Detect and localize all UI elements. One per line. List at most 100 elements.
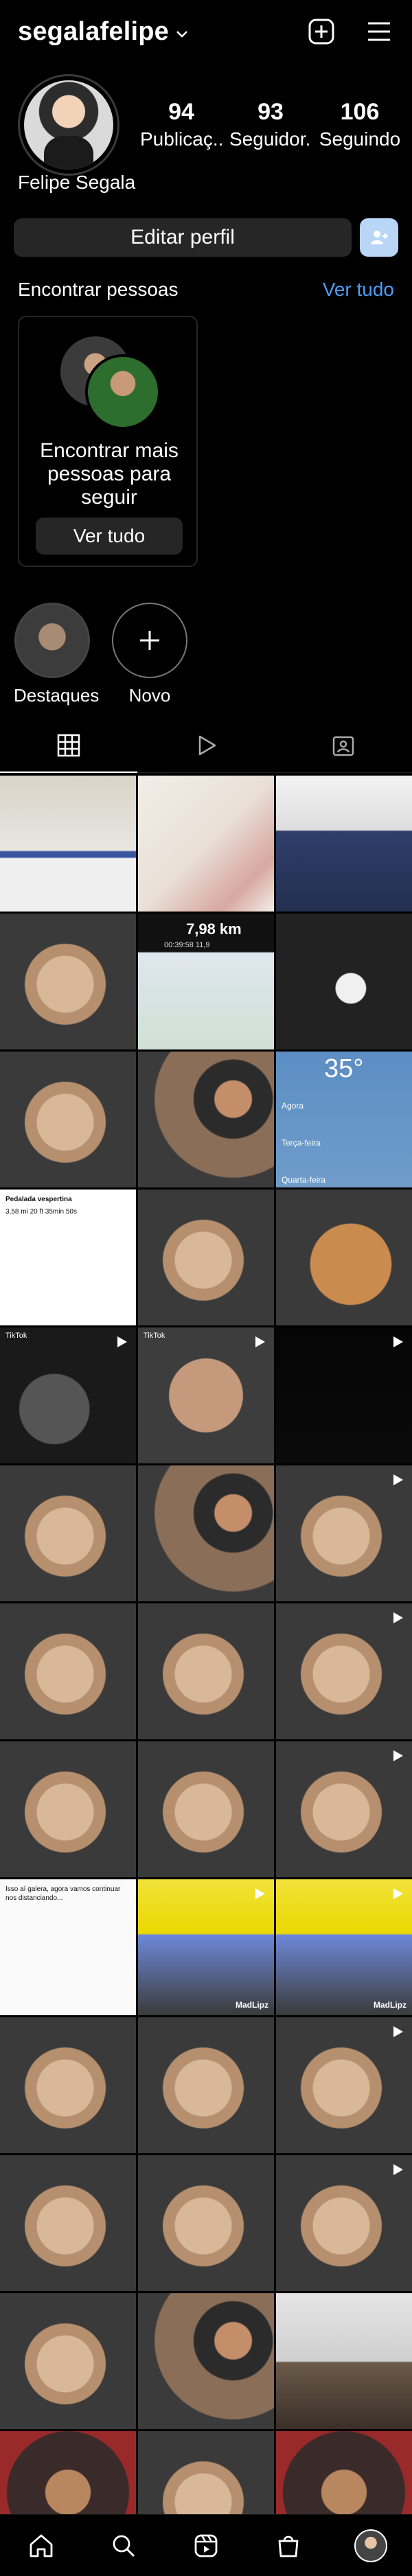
stat-following[interactable]: 106 Seguindo (319, 99, 401, 150)
tab-reels[interactable] (137, 718, 275, 772)
story-highlights: Destaques Novo (14, 603, 398, 706)
edit-profile-button[interactable]: Editar perfil (14, 218, 352, 257)
post-thumbnail[interactable] (138, 1465, 274, 1601)
weather-day: Quarta-feira (282, 1175, 326, 1185)
post-thumbnail[interactable]: 7,98 km 00:39:58 11,9 (138, 914, 274, 1049)
reel-icon (252, 1886, 267, 1905)
plus-icon (112, 603, 187, 678)
reel-icon (390, 1472, 405, 1491)
post-thumbnail[interactable] (138, 2293, 274, 2429)
temperature-text: 35° (324, 1054, 364, 1083)
post-caption: Pedalada vespertina (5, 1196, 72, 1203)
profile-header: 94 Publicaç... 93 Seguidor... 106 Seguin… (18, 74, 400, 177)
post-thumbnail[interactable] (276, 2017, 412, 2153)
watermark-text: MadLipz (374, 2000, 407, 2010)
post-thumbnail[interactable] (0, 2017, 136, 2153)
distance-text: 7,98 km (186, 920, 242, 938)
reel-icon (390, 1886, 405, 1905)
post-thumbnail[interactable] (276, 1603, 412, 1739)
stat-posts[interactable]: 94 Publicaç... (140, 99, 222, 150)
post-thumbnail[interactable] (276, 776, 412, 912)
discover-people-header: Encontrar pessoas Ver tudo (18, 279, 394, 301)
reels-icon (198, 735, 216, 755)
chevron-down-icon[interactable] (176, 25, 188, 43)
post-thumbnail[interactable]: TikTok (0, 1327, 136, 1463)
post-thumbnail[interactable] (0, 914, 136, 1049)
profile-photo (24, 80, 113, 170)
post-thumbnail[interactable] (0, 1741, 136, 1877)
shop-icon[interactable] (268, 2525, 309, 2566)
add-icon[interactable] (306, 16, 336, 47)
profile-actions: Editar perfil (14, 218, 398, 257)
post-thumbnail[interactable] (138, 1603, 274, 1739)
suggestion-text: Encontrar mais pessoas para seguir (40, 439, 179, 509)
new-highlight[interactable]: Novo (111, 603, 188, 706)
post-thumbnail[interactable] (0, 1052, 136, 1187)
reels-icon[interactable] (185, 2525, 227, 2566)
post-thumbnail[interactable] (0, 776, 136, 912)
post-thumbnail[interactable] (0, 2293, 136, 2429)
home-icon[interactable] (21, 2525, 62, 2566)
reel-icon (390, 1334, 405, 1353)
watermark-text: MadLipz (236, 2000, 268, 2010)
username[interactable]: segalafelipe (18, 17, 169, 47)
grid-icon (57, 734, 80, 756)
see-all-button[interactable]: Ver tudo (36, 518, 183, 555)
post-thumbnail[interactable] (276, 1465, 412, 1601)
stat-value: 94 (168, 99, 194, 125)
post-thumbnail[interactable] (276, 914, 412, 1049)
reel-icon (390, 2024, 405, 2043)
post-text: Isso aí galera, agora vamos continuar no… (5, 1885, 121, 1902)
stat-followers[interactable]: 93 Seguidor... (229, 99, 312, 150)
tab-posts[interactable] (0, 718, 137, 773)
highlight-label: Destaques (14, 685, 100, 706)
weather-day: Terça-feira (282, 1138, 321, 1148)
tagged-icon (332, 736, 354, 756)
post-thumbnail[interactable]: Isso aí galera, agora vamos continuar no… (0, 1879, 136, 2015)
post-thumbnail[interactable]: MadLipz (138, 1879, 274, 2015)
search-icon[interactable] (103, 2525, 144, 2566)
see-all-link[interactable]: Ver tudo (323, 279, 394, 301)
post-thumbnail[interactable] (138, 2017, 274, 2153)
post-thumbnail[interactable] (138, 2155, 274, 2291)
menu-icon[interactable] (364, 16, 394, 47)
post-thumbnail[interactable] (0, 2155, 136, 2291)
reel-icon (390, 1748, 405, 1767)
stat-value: 93 (258, 99, 284, 125)
post-thumbnail[interactable] (276, 1327, 412, 1463)
suggestion-card: Encontrar mais pessoas para seguir Ver t… (18, 316, 198, 567)
posts-grid: 7,98 km 00:39:58 11,9 35° Agora Terça-feira Q… (0, 776, 412, 2567)
post-thumbnail[interactable]: Pedalada vespertina 3,58 mi 20 ft 35min 5… (0, 1190, 136, 1325)
post-thumbnail[interactable] (276, 2293, 412, 2429)
stat-value: 106 (340, 99, 380, 125)
tab-tagged[interactable] (275, 718, 412, 772)
post-thumbnail[interactable] (138, 776, 274, 912)
post-thumbnail[interactable] (138, 1190, 274, 1325)
post-thumbnail[interactable] (0, 1465, 136, 1601)
post-thumbnail[interactable] (276, 1741, 412, 1877)
post-thumbnail[interactable] (276, 1190, 412, 1325)
profile-avatar[interactable] (18, 74, 119, 176)
highlight-item[interactable]: Destaques (14, 603, 100, 706)
reel-icon (114, 1334, 129, 1353)
post-thumbnail[interactable]: TikTok (138, 1327, 274, 1463)
profile-stats: 94 Publicaç... 93 Seguidor... 106 Seguin… (140, 99, 401, 150)
add-user-icon (371, 231, 388, 244)
post-thumbnail[interactable] (276, 2155, 412, 2291)
post-thumbnail[interactable]: MadLipz (276, 1879, 412, 2015)
tiktok-label: TikTok (144, 1332, 165, 1340)
avatar (85, 354, 161, 430)
add-user-button[interactable] (360, 218, 398, 257)
highlight-label: Novo (128, 685, 171, 706)
full-name: Felipe Segala (18, 172, 136, 193)
post-thumbnail[interactable] (138, 1741, 274, 1877)
post-thumbnail[interactable]: 35° Agora Terça-feira Quarta-feira (276, 1052, 412, 1187)
reel-icon (252, 1334, 267, 1353)
post-thumbnail[interactable] (0, 1603, 136, 1739)
reel-icon (390, 1610, 405, 1629)
post-thumbnail[interactable] (138, 1052, 274, 1187)
workout-stats: 00:39:58 11,9 (164, 941, 210, 949)
profile-tabs (0, 718, 412, 773)
tiktok-label: TikTok (5, 1332, 27, 1340)
profile-tab[interactable] (350, 2525, 391, 2566)
